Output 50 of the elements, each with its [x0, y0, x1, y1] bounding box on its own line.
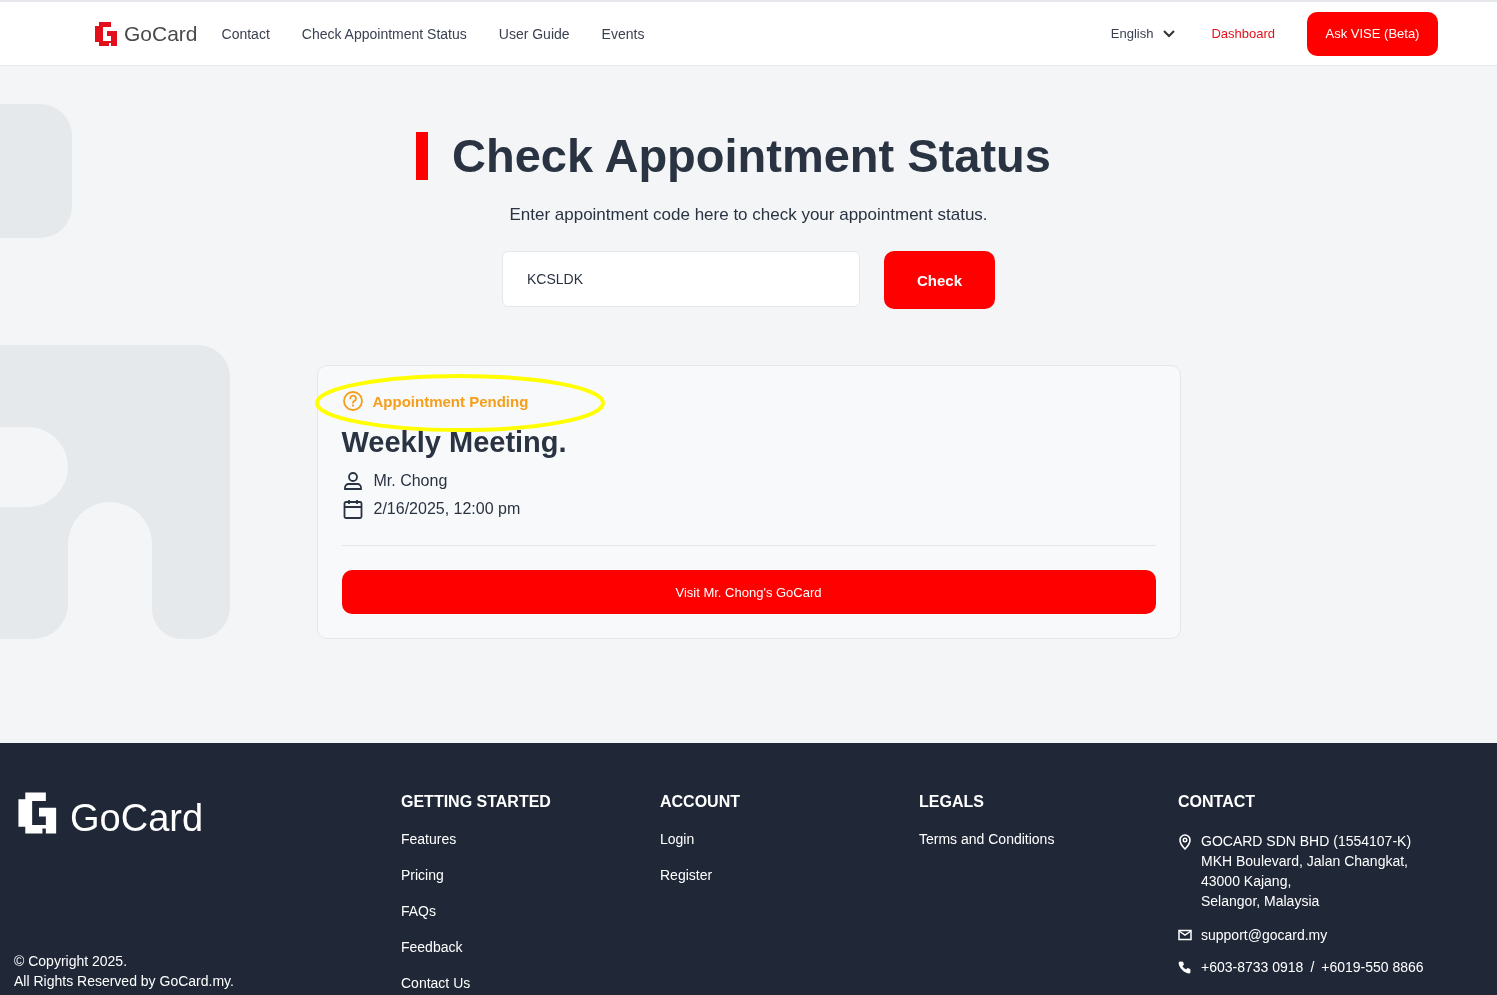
phone-number: +6019-550 8866 [1321, 959, 1424, 975]
footer-link[interactable]: Register [660, 867, 919, 883]
logo-text: GoCard [70, 799, 204, 837]
address-line: 43000 Kajang, [1201, 872, 1293, 891]
ask-button[interactable]: Ask VISE (Beta) [1307, 11, 1438, 56]
person-icon [341, 470, 364, 492]
logo-text: GoCard [124, 21, 198, 46]
phone-icon [1178, 960, 1192, 974]
footer-link[interactable]: Terms and Conditions [919, 831, 1178, 847]
footer-link[interactable]: Pricing [401, 867, 660, 903]
phone-number: +603-8733 0918 [1201, 959, 1304, 975]
footer-link[interactable]: FAQs [401, 903, 660, 939]
address-line: GOCARD SDN BHD (1554107-K) [1201, 832, 1412, 851]
nav-link[interactable]: Events [601, 25, 645, 42]
footer-link[interactable]: Features [401, 831, 660, 867]
footer-link[interactable]: Login [660, 831, 919, 867]
footer-heading: ACCOUNT [660, 793, 741, 811]
chevron-down-icon [1163, 29, 1176, 38]
nav-link[interactable]: User Guide [498, 25, 570, 42]
footer-logo[interactable]: GoCard [14, 789, 401, 837]
footer-link[interactable]: Feedback [401, 939, 660, 975]
status-label: Appointment Pending [372, 392, 529, 410]
footer-heading: GETTING STARTED [401, 793, 552, 811]
question-circle-icon [341, 390, 364, 412]
location-pin-icon [1178, 834, 1192, 850]
page-title: Check Appointment Status [452, 128, 1051, 183]
page-subtitle: Enter appointment code here to check your appointment status. [509, 205, 988, 225]
appointment-title: Weekly Meeting. [341, 426, 568, 459]
host-name: Mr. Chong [373, 472, 448, 490]
footer-link[interactable]: Contact Us [401, 975, 660, 991]
footer-heading: LEGALS [919, 793, 985, 811]
title-accent-bar [416, 131, 429, 180]
logo[interactable]: GoCard [93, 19, 198, 48]
copyright-text: All Rights Reserved by GoCard.my. [14, 972, 235, 991]
mail-icon [1178, 929, 1192, 941]
visit-button[interactable]: Visit Mr. Chong's GoCard [341, 570, 1156, 614]
copyright-text: © Copyright 2025. [14, 952, 129, 971]
check-button[interactable]: Check [884, 251, 995, 309]
nav-link[interactable]: Check Appointment Status [301, 25, 467, 42]
appointment-datetime: 2/16/2025, 12:00 pm [373, 500, 521, 518]
email-link[interactable]: support@gocard.my [1201, 927, 1328, 943]
code-input-field[interactable]: KCSLDK [502, 251, 860, 307]
dashboard-link[interactable]: Dashboard [1211, 26, 1275, 41]
nav-link[interactable]: Contact [221, 25, 270, 42]
address-line: Selangor, Malaysia [1201, 892, 1321, 911]
address-line: MKH Boulevard, Jalan Changkat, [1201, 852, 1409, 871]
calendar-icon [341, 498, 364, 520]
phone-number: / [1310, 959, 1315, 975]
footer-heading: CONTACT [1178, 793, 1257, 811]
language-dropdown[interactable]: English [1110, 26, 1176, 41]
